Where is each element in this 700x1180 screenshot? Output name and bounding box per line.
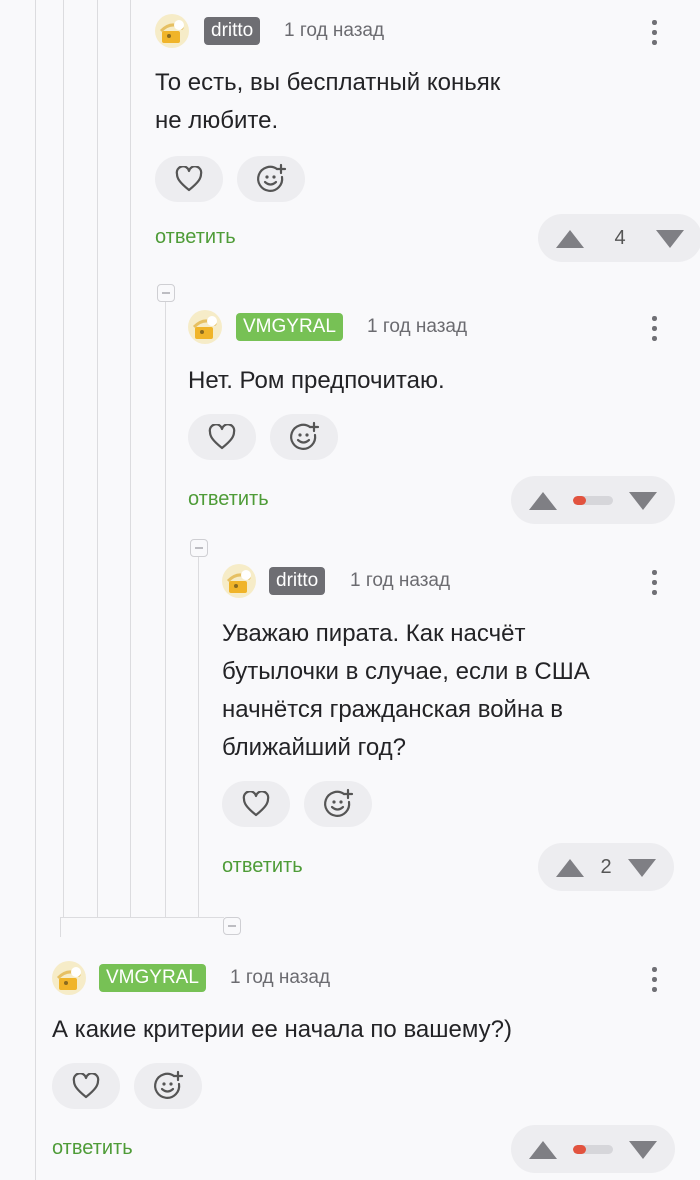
collapse-minus-icon[interactable] xyxy=(190,539,208,557)
rating-control: 2 xyxy=(538,843,674,891)
more-vertical-icon[interactable] xyxy=(644,963,664,995)
thread-line xyxy=(60,917,224,918)
comment-text-line: начнётся гражданская война в xyxy=(222,696,563,723)
like-button[interactable] xyxy=(52,1063,120,1109)
comment: dritto 1 год назад То есть, вы бесплатны… xyxy=(155,14,700,262)
comment-footer: ответить xyxy=(52,1125,675,1173)
avatar[interactable] xyxy=(188,310,222,344)
heart-outline-icon xyxy=(242,791,270,817)
thread-line xyxy=(63,0,64,917)
comment-footer: ответить 2 xyxy=(222,843,675,891)
add-reaction-button[interactable] xyxy=(134,1063,202,1109)
smile-plus-icon xyxy=(257,163,287,192)
timestamp[interactable]: 1 год назад xyxy=(350,567,450,595)
avatar[interactable] xyxy=(52,961,86,995)
reply-link[interactable]: ответить xyxy=(52,1136,133,1160)
thread-line xyxy=(198,556,199,917)
thread-line xyxy=(97,0,98,917)
comment-header: VMGYRAL 1 год назад xyxy=(188,310,675,346)
collapse-minus-icon[interactable] xyxy=(157,284,175,302)
reply-link[interactable]: ответить xyxy=(222,854,303,878)
like-button[interactable] xyxy=(222,781,290,827)
comment-text-line: А какие критерии ее начала по вашему?) xyxy=(52,1016,512,1043)
rating-control: 4 xyxy=(538,214,700,262)
reactions-bar xyxy=(52,1063,675,1111)
reactions-bar xyxy=(188,414,675,462)
triangle-down-icon[interactable] xyxy=(628,1140,658,1160)
rating-ratio-negative xyxy=(573,1145,587,1154)
timestamp[interactable]: 1 год назад xyxy=(230,964,330,992)
collapse-minus-icon[interactable] xyxy=(223,917,241,935)
add-reaction-button[interactable] xyxy=(237,156,305,202)
triangle-up-icon[interactable] xyxy=(528,491,558,511)
avatar[interactable] xyxy=(222,564,256,598)
username[interactable]: VMGYRAL xyxy=(236,313,343,341)
like-button[interactable] xyxy=(188,414,256,460)
rating-control xyxy=(511,476,675,524)
like-button[interactable] xyxy=(155,156,223,202)
comment-text: Уважаю пирата. Как насчёт бутылочки в сл… xyxy=(222,615,675,767)
comment-header: dritto 1 год назад xyxy=(155,14,675,50)
comment-text-line: Уважаю пирата. Как насчёт xyxy=(222,620,526,647)
rating-ratio-bar xyxy=(573,1145,613,1154)
reactions-bar xyxy=(155,156,675,204)
more-vertical-icon[interactable] xyxy=(644,16,664,48)
reply-link[interactable]: ответить xyxy=(188,487,269,511)
heart-outline-icon xyxy=(72,1073,100,1099)
add-reaction-button[interactable] xyxy=(304,781,372,827)
comment-text: Нет. Ром предпочитаю. xyxy=(188,362,675,400)
triangle-down-icon[interactable] xyxy=(628,491,658,511)
comment-header: VMGYRAL 1 год назад xyxy=(52,961,675,997)
timestamp[interactable]: 1 год назад xyxy=(284,17,384,45)
avatar[interactable] xyxy=(155,14,189,48)
more-vertical-icon[interactable] xyxy=(644,566,664,598)
heart-outline-icon xyxy=(208,424,236,450)
comment-text-line: бутылочки в случае, если в США xyxy=(222,658,590,685)
reply-link[interactable]: ответить xyxy=(155,225,236,249)
rating-control xyxy=(511,1125,675,1173)
triangle-up-icon[interactable] xyxy=(528,1140,558,1160)
timestamp[interactable]: 1 год назад xyxy=(367,313,467,341)
thread-line xyxy=(130,0,131,917)
triangle-down-icon[interactable] xyxy=(655,229,685,249)
smile-plus-icon xyxy=(324,788,354,817)
comment-text-line: не любите. xyxy=(155,107,279,134)
comment: VMGYRAL 1 год назад А какие критерии ее … xyxy=(52,961,675,1173)
thread-line xyxy=(60,917,61,937)
comment-text: А какие критерии ее начала по вашему?) xyxy=(52,1011,675,1049)
rating-ratio-negative xyxy=(573,496,587,505)
comment-text-line: ближайший год? xyxy=(222,734,407,761)
comment-text-line: Нет. Ром предпочитаю. xyxy=(188,367,445,394)
comment-header: dritto 1 год назад xyxy=(222,564,675,600)
comment-footer: ответить xyxy=(188,476,675,524)
comment-footer: ответить 4 xyxy=(155,214,700,262)
reactions-bar xyxy=(222,781,675,829)
username[interactable]: dritto xyxy=(204,17,261,45)
username[interactable]: dritto xyxy=(269,567,326,595)
rating-ratio-bar xyxy=(573,496,613,505)
smile-plus-icon xyxy=(290,421,320,450)
comment-text-line: То есть, вы бесплатный коньяк xyxy=(155,69,501,96)
triangle-down-icon[interactable] xyxy=(627,858,657,878)
smile-plus-icon xyxy=(154,1070,184,1099)
add-reaction-button[interactable] xyxy=(270,414,338,460)
username[interactable]: VMGYRAL xyxy=(99,964,206,992)
comment-text: То есть, вы бесплатный коньяк не любите. xyxy=(155,64,675,140)
thread-line xyxy=(165,302,166,917)
comment: dritto 1 год назад Уважаю пирата. Как на… xyxy=(222,564,675,891)
more-vertical-icon[interactable] xyxy=(644,312,664,344)
thread-line xyxy=(35,0,36,1180)
comment: VMGYRAL 1 год назад Нет. Ром предпочитаю… xyxy=(188,310,675,524)
heart-outline-icon xyxy=(175,166,203,192)
